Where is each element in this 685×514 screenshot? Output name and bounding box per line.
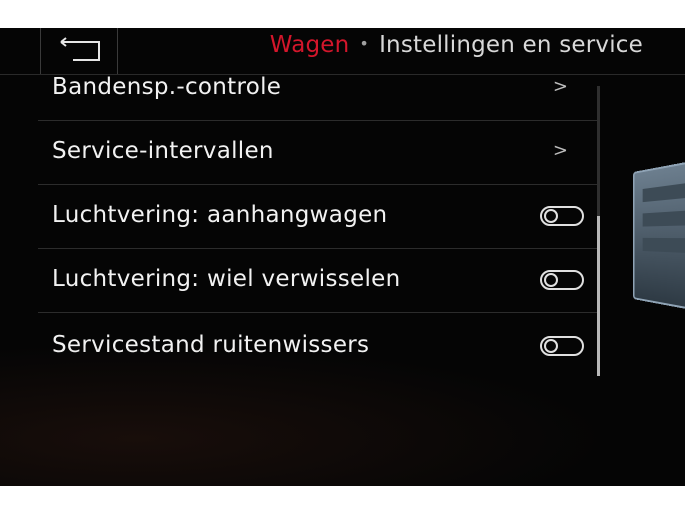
- toggle-knob: [544, 273, 558, 287]
- list-item-bandensp-controle[interactable]: Bandensp.-controle >: [38, 56, 598, 121]
- scrollbar[interactable]: [597, 86, 600, 376]
- list-item-label: Luchtvering: wiel verwisselen: [52, 266, 401, 292]
- list-item-label: Luchtvering: aanhangwagen: [52, 202, 388, 228]
- chevron-right-icon: >: [552, 76, 568, 97]
- infotainment-screen: Wagen • Instellingen en service Bandensp.-…: [0, 28, 685, 486]
- page-title: Wagen • Instellingen en service: [270, 32, 643, 58]
- breadcrumb-separator: •: [359, 34, 370, 53]
- chevron-right-icon: >: [552, 140, 568, 161]
- breadcrumb-category[interactable]: Wagen: [270, 32, 350, 58]
- widget-bar: [642, 237, 685, 254]
- toggle-switch[interactable]: [540, 270, 584, 290]
- list-item-label: Bandensp.-controle: [52, 74, 282, 100]
- list-item-service-intervallen[interactable]: Service-intervallen >: [38, 120, 598, 185]
- breadcrumb-current: Instellingen en service: [379, 32, 643, 58]
- scrollbar-thumb[interactable]: [597, 216, 600, 376]
- list-item-luchtvering-wiel-verwisselen[interactable]: Luchtvering: wiel verwisselen: [38, 248, 598, 313]
- widget-bar: [642, 210, 685, 227]
- list-item-label: Service-intervallen: [52, 138, 274, 164]
- toggle-switch[interactable]: [540, 336, 584, 356]
- widget-bar: [642, 182, 685, 203]
- list-item-servicestand-ruitenwissers[interactable]: Servicestand ruitenwissers: [38, 314, 598, 378]
- toggle-switch[interactable]: [540, 206, 584, 226]
- list-item-label: Servicestand ruitenwissers: [52, 332, 370, 358]
- toggle-knob: [544, 339, 558, 353]
- list-item-luchtvering-aanhangwagen[interactable]: Luchtvering: aanhangwagen: [38, 184, 598, 249]
- side-panel-widget: [632, 158, 685, 313]
- toggle-knob: [544, 209, 558, 223]
